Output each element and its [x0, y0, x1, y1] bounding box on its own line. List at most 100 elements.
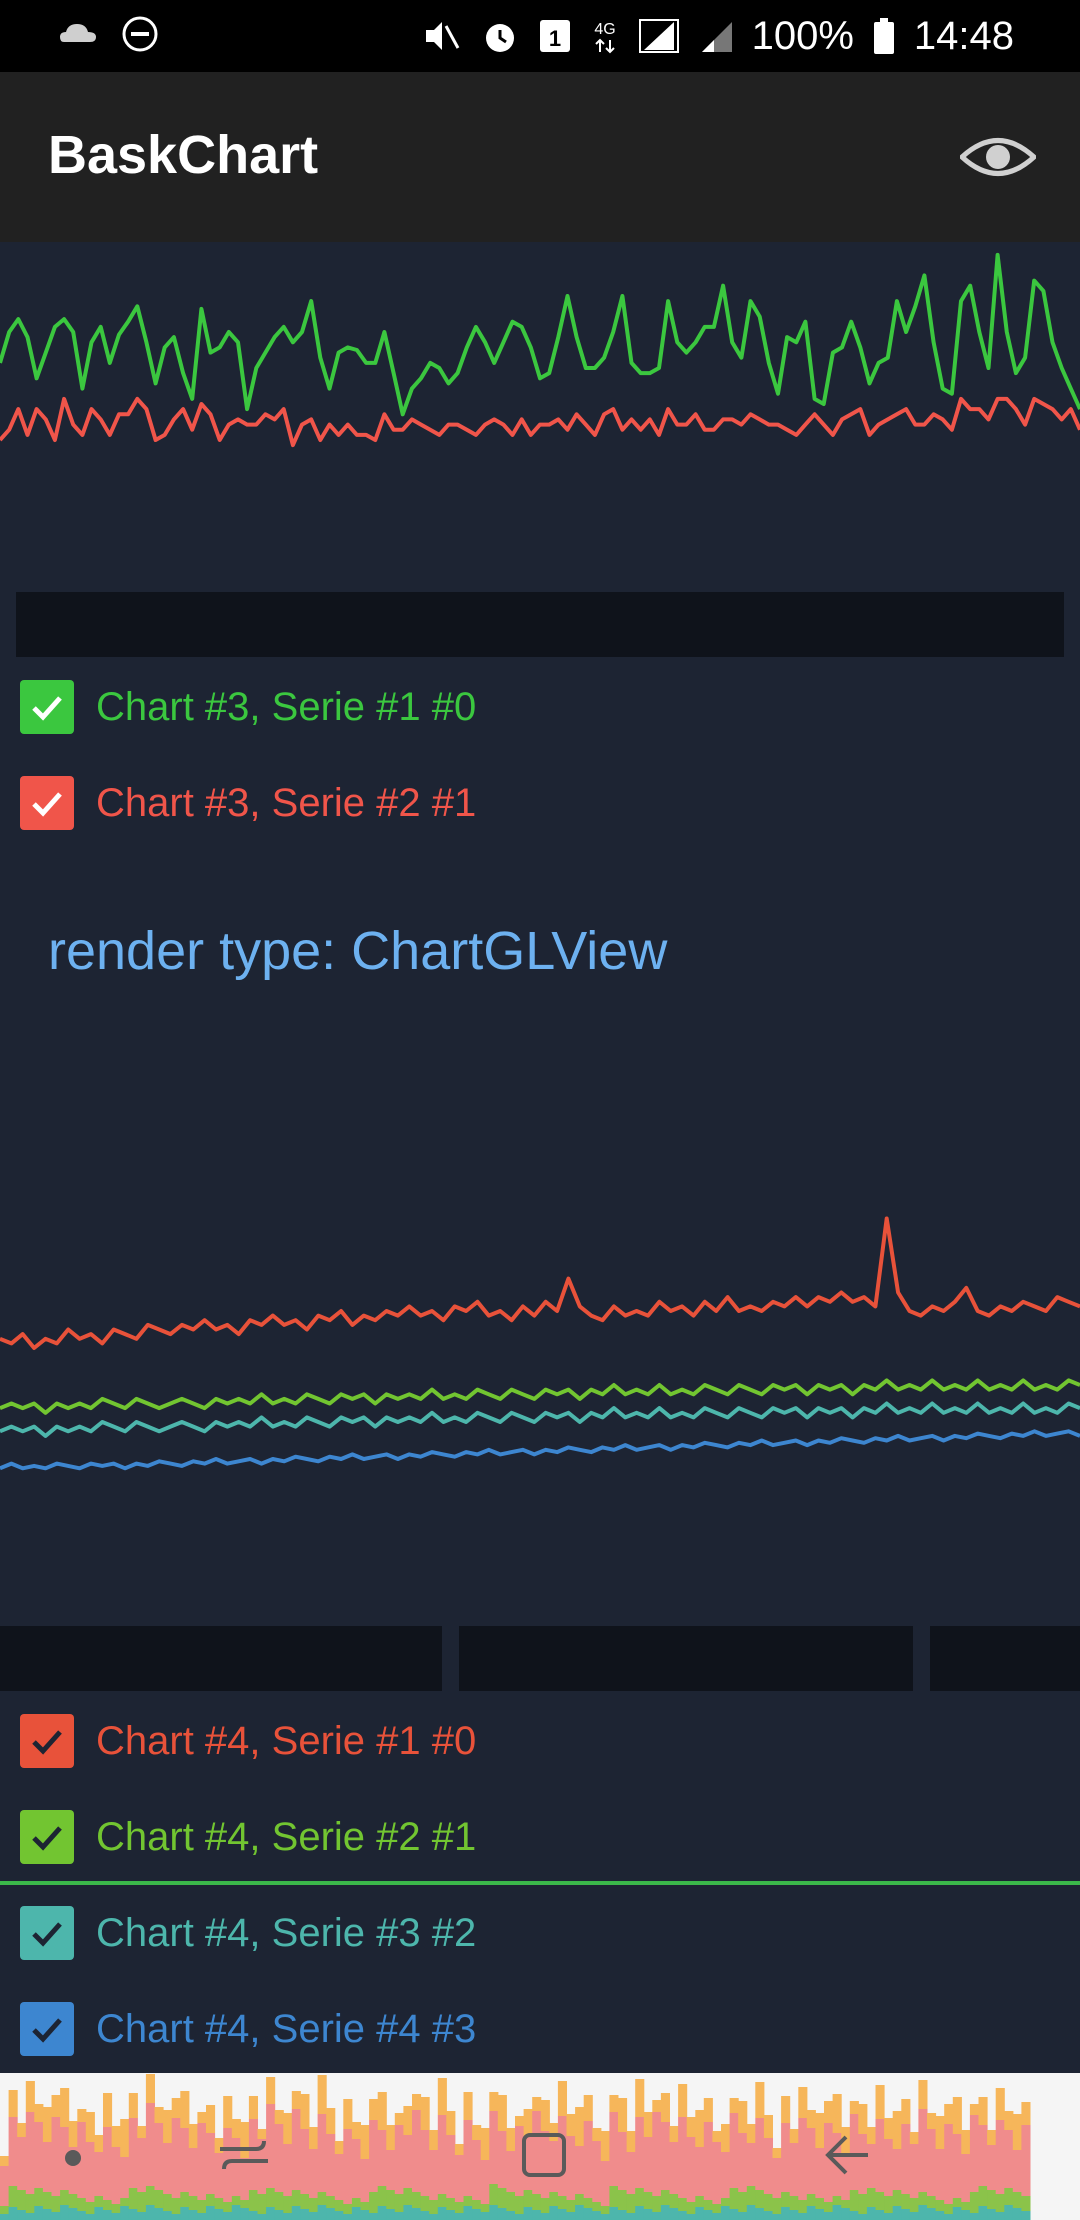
stacked-bar-segment [600, 2214, 610, 2220]
stacked-bar-segment [523, 2207, 533, 2220]
stacked-bar-segment [412, 2208, 422, 2220]
stacked-bar-segment [240, 2200, 250, 2208]
stacked-bar-segment [927, 2196, 937, 2208]
stacked-bar-segment [703, 2200, 713, 2210]
stacked-bar-segment [480, 2204, 490, 2212]
stacked-bar-segment [223, 2212, 233, 2220]
chart-4-scroll-track-left[interactable] [0, 1626, 442, 1691]
stacked-bar-segment [326, 2208, 336, 2220]
stacked-bar-segment [8, 2117, 18, 2186]
chart-4-series-4-line [0, 1429, 1080, 1471]
stacked-bar-segment [420, 2211, 430, 2220]
stacked-bar-segment [463, 2206, 473, 2220]
stacked-bar-segment [746, 2143, 756, 2186]
stacked-bar-segment [283, 2113, 293, 2144]
legend-item-chart3-serie2[interactable]: Chart #3, Serie #2 #1 [20, 774, 476, 832]
stacked-bar-segment [446, 2135, 456, 2198]
check-icon [32, 1922, 62, 1947]
checkbox[interactable] [20, 680, 74, 734]
chart-4-scroll-thumb[interactable] [459, 1626, 913, 1691]
stacked-bar-segment [412, 2192, 422, 2208]
stacked-bar-segment [437, 2194, 447, 2207]
checkbox[interactable] [20, 2002, 74, 2056]
chart-4-plot[interactable] [0, 1200, 1080, 1570]
legend-item-chart4-serie4[interactable]: Chart #4, Serie #4 #3 [20, 2000, 476, 2058]
stacked-bar-segment [317, 2075, 327, 2114]
stacked-bar-segment [472, 2140, 482, 2200]
stacked-bar-segment [1012, 2150, 1022, 2192]
stacked-bar-segment [763, 2211, 773, 2220]
stacked-bar-segment [85, 2112, 95, 2142]
stacked-bar-segment [995, 2194, 1005, 2212]
stacked-bar-segment [738, 2192, 748, 2212]
legend-item-chart4-serie1[interactable]: Chart #4, Serie #1 #0 [20, 1712, 476, 1770]
signal-secondary-icon [701, 22, 732, 52]
stacked-bar-segment [42, 2107, 52, 2142]
stacked-bar-segment [583, 2121, 593, 2198]
legend-label: Chart #4, Serie #4 #3 [96, 2006, 477, 2051]
stacked-bar-segment [300, 2129, 310, 2194]
stacked-bar-segment [454, 2144, 464, 2155]
legend-item-chart3-serie1[interactable]: Chart #3, Serie #1 #0 [20, 678, 476, 736]
eye-icon[interactable] [960, 132, 1036, 182]
stacked-bar-segment [171, 2214, 181, 2220]
back-icon[interactable] [818, 2125, 878, 2185]
stacked-bar-segment [944, 2214, 954, 2220]
stacked-bar-segment [309, 2198, 319, 2212]
stacked-bar-segment [987, 2190, 997, 2209]
do-not-disturb-icon [122, 16, 158, 52]
signal-icon [638, 19, 679, 53]
stacked-bar-segment [918, 2192, 928, 2205]
stacked-bar-segment [403, 2205, 413, 2220]
alarm-icon [485, 24, 514, 52]
dot-icon[interactable] [58, 2143, 88, 2173]
cloud-icon [60, 24, 96, 42]
stacked-bar-segment [944, 2104, 954, 2124]
stacked-bar-segment [360, 2125, 370, 2159]
stacked-bar-segment [454, 2202, 464, 2213]
stacked-bar-segment [884, 2196, 894, 2213]
checkbox[interactable] [20, 1906, 74, 1960]
stacked-bar-segment [351, 2207, 361, 2220]
stacked-bar-segment [600, 2206, 610, 2214]
checkbox[interactable] [20, 1810, 74, 1864]
stacked-bar-segment [420, 2130, 430, 2196]
stacked-bar-segment [961, 2154, 971, 2202]
stacked-bar-segment [42, 2209, 52, 2220]
stacked-bar-segment [223, 2202, 233, 2212]
chart-4-scroll-track-right[interactable] [930, 1626, 1080, 1691]
legend-item-chart4-serie2[interactable]: Chart #4, Serie #2 #1 [20, 1808, 476, 1866]
stacked-bar-segment [197, 2200, 207, 2213]
stacked-bar-segment [120, 2198, 130, 2206]
legend-item-chart4-serie3[interactable]: Chart #4, Serie #3 #2 [20, 1904, 476, 1962]
stacked-bar-segment [309, 2212, 319, 2220]
checkbox[interactable] [20, 776, 74, 830]
recent-apps-icon[interactable] [214, 2125, 274, 2185]
stacked-bar-segment [866, 2207, 876, 2220]
stacked-bar-segment [154, 2123, 164, 2190]
stacked-bar-segment [231, 2205, 241, 2220]
stacked-bar-segment [343, 2214, 353, 2220]
stacked-bar-segment [626, 2131, 636, 2152]
render-type-label: render type: ChartGLView [48, 921, 668, 981]
stacked-bar-segment [763, 2194, 773, 2211]
chart-3-scroll-track[interactable] [16, 592, 1064, 657]
stacked-bar-segment [377, 2092, 387, 2130]
stacked-bar-segment [824, 2202, 834, 2212]
stacked-bar-segment [583, 2208, 593, 2220]
stacked-bar-segment [678, 2198, 688, 2211]
chart-3-plot[interactable] [0, 242, 1080, 512]
stacked-bar-segment [686, 2137, 696, 2202]
stacked-bar-segment [111, 2126, 121, 2147]
stacked-bar-segment [25, 2081, 35, 2112]
stacked-bar-segment [875, 2192, 885, 2210]
stacked-bar-segment [1012, 2114, 1022, 2150]
stacked-bar-segment [669, 2126, 679, 2142]
stacked-bar-segment [420, 2196, 430, 2211]
stacked-bar-segment [678, 2211, 688, 2220]
checkbox[interactable] [20, 1714, 74, 1768]
home-icon[interactable] [514, 2125, 574, 2185]
stacked-bar-segment [171, 2118, 181, 2198]
stacked-bar-segment [145, 2074, 155, 2103]
stacked-bar-segment [849, 2190, 859, 2211]
